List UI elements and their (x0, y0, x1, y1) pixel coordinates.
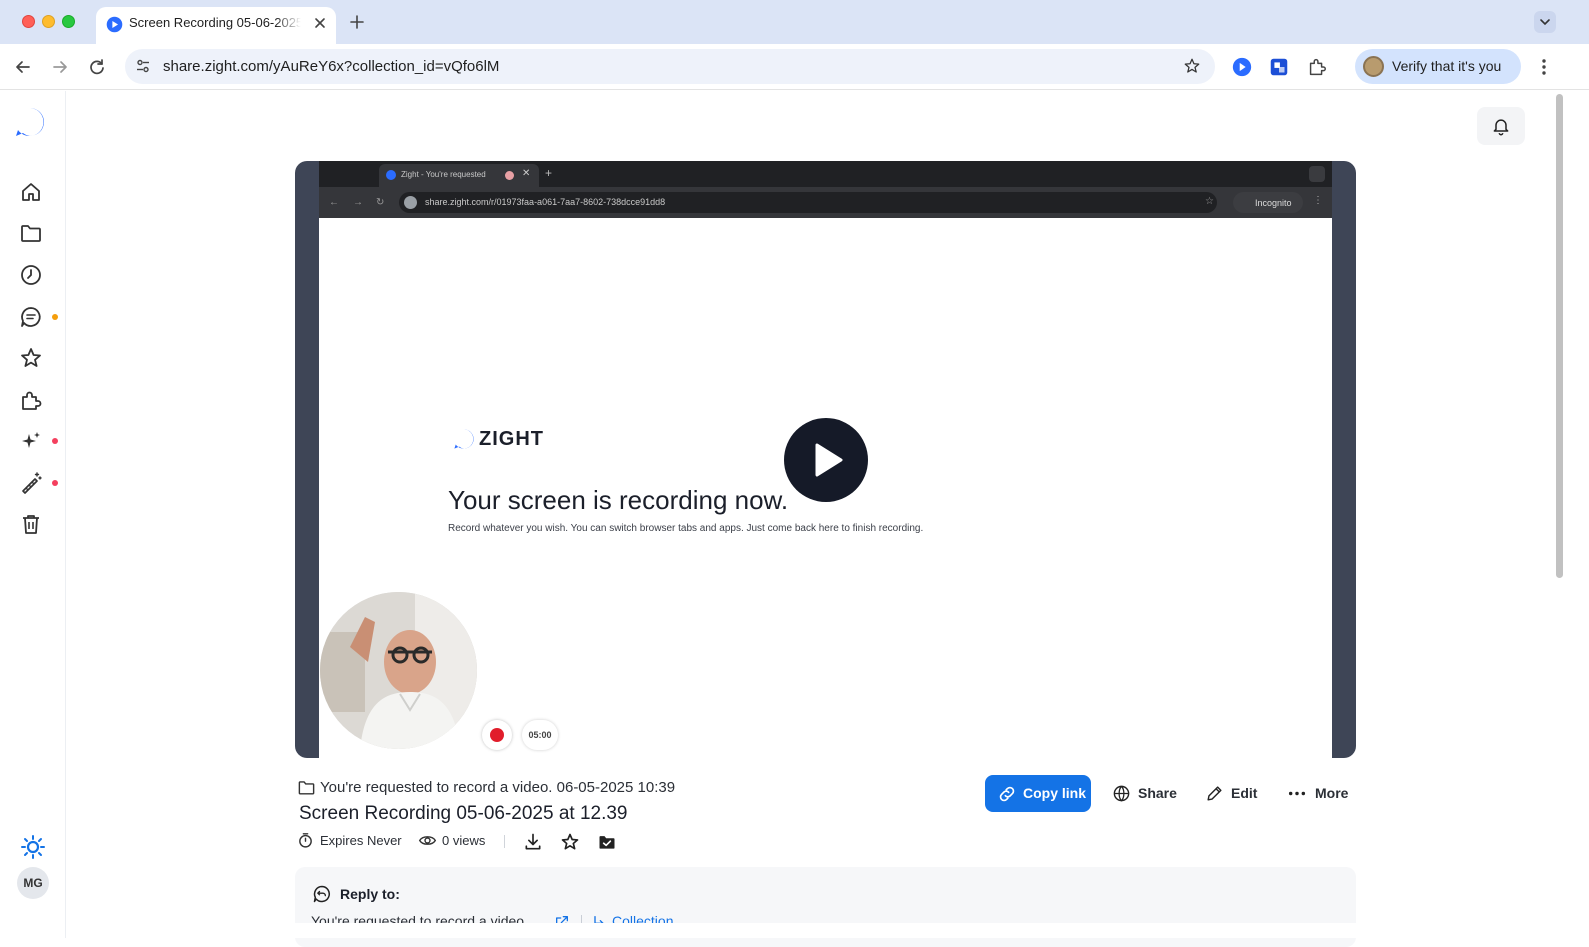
app-root: MG Zight - You're requested ✕ + ← → ↻ sh… (0, 91, 1589, 947)
tools-notification-dot (52, 480, 58, 486)
share-label: Share (1138, 785, 1177, 801)
home-icon[interactable] (19, 180, 43, 204)
recorded-incognito-badge: Incognito (1233, 192, 1303, 213)
folder-icon (297, 778, 316, 797)
window-minimize-button[interactable] (42, 15, 55, 28)
favorite-star-icon[interactable] (560, 832, 580, 852)
extensions-puzzle-icon[interactable] (1306, 56, 1328, 78)
zight-brand-text: ZIGHT (479, 428, 544, 450)
folder-icon[interactable] (19, 221, 43, 245)
tab-search-icon[interactable] (1534, 11, 1556, 33)
recording-subtext: Record whatever you wish. You can switch… (448, 523, 924, 534)
url-host: share.zight.com (163, 58, 269, 75)
recorded-star-icon: ☆ (1205, 196, 1214, 207)
tab-title: Screen Recording 05-06-2025 at 12.39 (129, 15, 301, 30)
recorded-browser-tab: Zight - You're requested ✕ (379, 164, 539, 187)
recorded-tab-close-icon: ✕ (522, 168, 531, 179)
star-icon[interactable] (19, 346, 43, 370)
copy-link-button[interactable]: Copy link (985, 775, 1091, 812)
page-scrollbar[interactable] (1553, 91, 1565, 938)
puzzle-icon[interactable] (19, 388, 43, 412)
comments-notification-dot (52, 314, 58, 320)
reload-icon[interactable] (86, 56, 108, 78)
more-label: More (1315, 785, 1349, 801)
zight-favicon-icon (106, 16, 123, 33)
recorded-zight-favicon-icon (386, 170, 396, 180)
wand-icon[interactable] (19, 471, 43, 495)
scrollbar-thumb[interactable] (1556, 94, 1563, 578)
viewport-bottom-edge (66, 923, 1553, 938)
recorded-site-icon (404, 196, 417, 209)
eye-icon (418, 832, 437, 849)
forward-arrow-icon[interactable] (49, 56, 71, 78)
window-close-button[interactable] (22, 15, 35, 28)
reply-icon (312, 884, 332, 904)
recorded-menu-icon: ⋮ (1313, 195, 1323, 206)
folder-check-icon[interactable] (597, 832, 617, 852)
recorded-back-icon: ← (329, 197, 339, 208)
browser-toolbar: share.zight.com/yAuReY6x?collection_id=v… (0, 44, 1589, 90)
profile-verify-button[interactable]: Verify that it's you (1355, 49, 1521, 84)
recorded-browser-tabstrip: Zight - You're requested ✕ + (319, 161, 1332, 187)
recorded-browser-toolbar: ← → ↻ share.zight.com/r/01973faa-a061-7a… (319, 187, 1332, 218)
window-zoom-button[interactable] (62, 15, 75, 28)
webcam-bubble (320, 592, 477, 749)
recorded-forward-icon: → (353, 197, 363, 208)
recording-timer: 05:00 (522, 720, 558, 750)
sparkles-icon[interactable] (19, 429, 43, 453)
recorded-tab-title: Zight - You're requested (401, 170, 486, 179)
url-path: /yAuReY6x?collection_id=vQfo6lM (268, 58, 500, 75)
play-button[interactable] (784, 418, 868, 502)
browser-tabstrip: Screen Recording 05-06-2025 at 12.39 (0, 0, 1589, 44)
chat-icon[interactable] (19, 305, 43, 329)
stats-divider (504, 835, 505, 848)
recorded-new-tab-icon: + (545, 166, 553, 180)
clock-icon[interactable] (19, 263, 43, 287)
recorded-reload-icon: ↻ (376, 197, 385, 208)
bookmark-star-icon[interactable] (1183, 57, 1201, 75)
views-count[interactable]: 0 views (442, 833, 485, 848)
theme-toggle-icon[interactable] (20, 834, 45, 859)
recorded-address-bar: share.zight.com/r/01973faa-a061-7aa7-860… (399, 192, 1217, 213)
recorded-url: share.zight.com/r/01973faa-a061-7aa7-860… (425, 197, 666, 207)
download-icon[interactable] (523, 832, 543, 852)
expires-label[interactable]: Expires Never (320, 833, 402, 848)
record-indicator-icon (482, 720, 512, 750)
notifications-button[interactable] (1477, 107, 1525, 145)
browser-menu-icon[interactable] (1533, 56, 1555, 78)
share-button[interactable]: Share (1112, 775, 1177, 812)
edit-label: Edit (1231, 785, 1258, 801)
url-text: share.zight.com/yAuReY6x?collection_id=v… (163, 58, 499, 75)
ai-notification-dot (52, 438, 58, 444)
site-settings-icon[interactable] (135, 58, 151, 74)
user-avatar[interactable]: MG (17, 867, 49, 899)
recording-headline: Your screen is recording now. (448, 485, 789, 515)
recorded-incognito-label: Incognito (1255, 198, 1292, 208)
video-title[interactable]: Screen Recording 05-06-2025 at 12.39 (299, 803, 628, 825)
trash-icon[interactable] (19, 512, 43, 536)
video-player[interactable]: Zight - You're requested ✕ + ← → ↻ share… (295, 161, 1356, 758)
recorded-recording-dot-icon (505, 171, 514, 180)
more-button[interactable]: More (1287, 775, 1349, 812)
recorded-tab-search-icon (1309, 166, 1325, 182)
zight-brand-icon (453, 428, 475, 450)
tab-close-icon[interactable] (311, 14, 329, 32)
screen-capture-extension-icon[interactable] (1268, 56, 1290, 78)
zight-logo-icon[interactable] (14, 106, 46, 138)
back-arrow-icon[interactable] (12, 56, 34, 78)
profile-avatar (1363, 56, 1384, 77)
new-tab-icon[interactable] (346, 11, 368, 33)
collection-name: You're requested to record a video. 06-0… (320, 779, 676, 796)
timer-icon (297, 832, 314, 849)
address-bar[interactable]: share.zight.com/yAuReY6x?collection_id=v… (125, 49, 1215, 84)
profile-verify-label: Verify that it's you (1392, 58, 1502, 74)
reply-title: Reply to: (340, 886, 400, 902)
sidebar: MG (0, 91, 66, 938)
copy-link-label: Copy link (1023, 785, 1087, 801)
zight-extension-icon[interactable] (1231, 56, 1253, 78)
browser-tab-active[interactable]: Screen Recording 05-06-2025 at 12.39 (96, 7, 336, 44)
edit-button[interactable]: Edit (1205, 775, 1259, 812)
